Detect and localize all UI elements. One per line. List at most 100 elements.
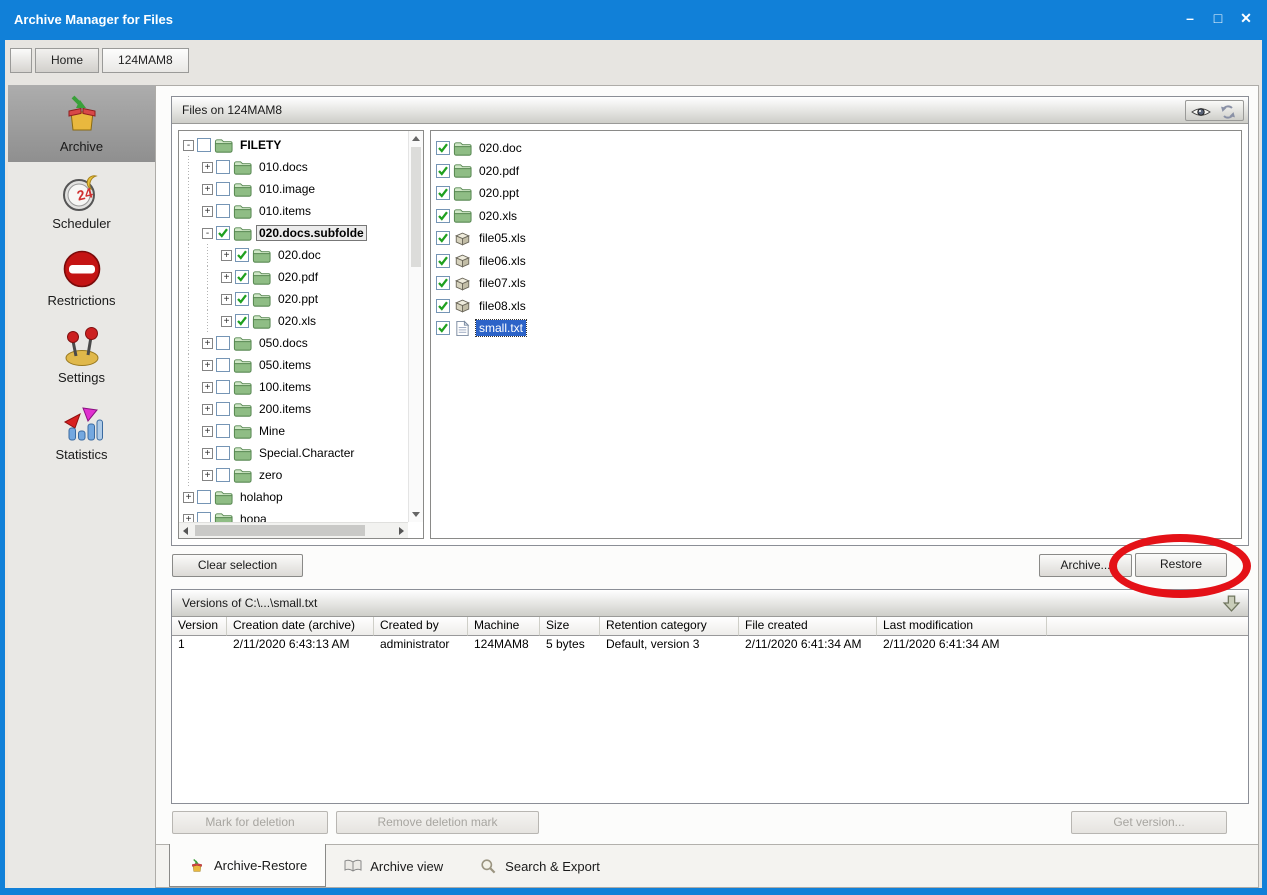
get-version-button[interactable]: Get version... (1071, 811, 1227, 834)
checkbox[interactable] (216, 160, 230, 174)
checkbox[interactable] (235, 292, 249, 306)
column-header-retention-category[interactable]: Retention category (600, 617, 739, 636)
restore-button[interactable]: Restore (1135, 553, 1227, 577)
checkbox[interactable] (436, 299, 450, 313)
table-row[interactable]: 12/11/2020 6:43:13 AMadministrator124MAM… (172, 636, 1248, 655)
column-header-machine[interactable]: Machine (468, 617, 540, 636)
column-header-creation-date-archive[interactable]: Creation date (archive) (227, 617, 374, 636)
sidebar-item-restrictions[interactable]: Restrictions (8, 239, 155, 316)
sidebar-item-archive[interactable]: Archive (8, 85, 155, 162)
tab-search-export[interactable]: Search & Export (461, 845, 618, 887)
scroll-right-icon[interactable] (399, 527, 404, 535)
column-header-version[interactable]: Version (172, 617, 227, 636)
file-list-item-file05-xls[interactable]: file05.xls (431, 227, 1241, 250)
tree-item-020-docs-subfolde[interactable]: -020.docs.subfolde (179, 222, 408, 244)
tree-item-010-items[interactable]: +010.items (179, 200, 408, 222)
tree-item-020-xls[interactable]: +020.xls (179, 310, 408, 332)
expand-icon[interactable]: + (202, 382, 213, 393)
expand-icon[interactable]: + (183, 514, 194, 523)
expand-icon[interactable]: + (202, 206, 213, 217)
checkbox[interactable] (216, 446, 230, 460)
expand-icon[interactable]: + (202, 360, 213, 371)
file-list-item-020-doc[interactable]: 020.doc (431, 137, 1241, 160)
tree-item-020-ppt[interactable]: +020.ppt (179, 288, 408, 310)
expand-icon[interactable]: + (202, 338, 213, 349)
expand-icon[interactable]: + (202, 162, 213, 173)
file-list-item-small-txt[interactable]: small.txt (431, 317, 1241, 340)
close-button[interactable]: ✕ (1239, 10, 1253, 27)
expand-icon[interactable]: + (221, 294, 232, 305)
tree-item-200-items[interactable]: +200.items (179, 398, 408, 420)
expand-icon[interactable]: + (221, 250, 232, 261)
checkbox[interactable] (216, 204, 230, 218)
tree-item-010-docs[interactable]: +010.docs (179, 156, 408, 178)
file-list-item-020-pdf[interactable]: 020.pdf (431, 160, 1241, 183)
minimize-button[interactable]: – (1183, 10, 1197, 27)
column-header-last-modification[interactable]: Last modification (877, 617, 1047, 636)
tab-archive-restore[interactable]: Archive-Restore (169, 844, 326, 887)
tree-vertical-scrollbar[interactable] (408, 131, 423, 522)
checkbox[interactable] (436, 276, 450, 290)
collapse-icon[interactable]: - (183, 140, 194, 151)
tree-item-020-doc[interactable]: +020.doc (179, 244, 408, 266)
sidebar-item-scheduler[interactable]: 24Scheduler (8, 162, 155, 239)
tab-archive-view[interactable]: Archive view (326, 845, 461, 887)
checkbox[interactable] (216, 182, 230, 196)
scroll-down-icon[interactable] (412, 512, 420, 517)
checkbox[interactable] (235, 314, 249, 328)
checkbox[interactable] (436, 164, 450, 178)
tree-item-010-image[interactable]: +010.image (179, 178, 408, 200)
column-header-created-by[interactable]: Created by (374, 617, 468, 636)
scroll-thumb-horizontal[interactable] (195, 525, 365, 536)
checkbox[interactable] (235, 270, 249, 284)
down-arrow-icon[interactable] (1222, 594, 1241, 613)
checkbox[interactable] (216, 402, 230, 416)
checkbox[interactable] (436, 321, 450, 335)
checkbox[interactable] (436, 141, 450, 155)
checkbox[interactable] (197, 138, 211, 152)
expand-icon[interactable]: + (202, 470, 213, 481)
checkbox[interactable] (216, 226, 230, 240)
tree-item-zero[interactable]: +zero (179, 464, 408, 486)
scroll-thumb[interactable] (411, 147, 421, 267)
expand-icon[interactable]: + (183, 492, 194, 503)
checkbox[interactable] (216, 336, 230, 350)
file-list-item-file06-xls[interactable]: file06.xls (431, 250, 1241, 273)
file-list-item-file07-xls[interactable]: file07.xls (431, 272, 1241, 295)
tree-item-mine[interactable]: +Mine (179, 420, 408, 442)
tree-item-050-docs[interactable]: +050.docs (179, 332, 408, 354)
tab-124mam8[interactable]: 124MAM8 (102, 48, 189, 73)
checkbox[interactable] (216, 424, 230, 438)
mark-for-deletion-button[interactable]: Mark for deletion (172, 811, 328, 834)
tab-home[interactable]: Home (35, 48, 99, 73)
tree-item-020-pdf[interactable]: +020.pdf (179, 266, 408, 288)
tree-item-holahop[interactable]: +holahop (179, 486, 408, 508)
scroll-up-icon[interactable] (412, 136, 420, 141)
checkbox[interactable] (216, 358, 230, 372)
checkbox[interactable] (436, 186, 450, 200)
expand-icon[interactable]: + (202, 448, 213, 459)
checkbox[interactable] (197, 512, 211, 522)
collapse-icon[interactable]: - (202, 228, 213, 239)
checkbox[interactable] (216, 468, 230, 482)
tree-item-100-items[interactable]: +100.items (179, 376, 408, 398)
expand-icon[interactable]: + (202, 184, 213, 195)
column-header-size[interactable]: Size (540, 617, 600, 636)
checkbox[interactable] (235, 248, 249, 262)
tree-item-050-items[interactable]: +050.items (179, 354, 408, 376)
tree-item-special-character[interactable]: +Special.Character (179, 442, 408, 464)
expand-icon[interactable]: + (221, 272, 232, 283)
sidebar-item-statistics[interactable]: Statistics (8, 393, 155, 470)
checkbox[interactable] (436, 254, 450, 268)
file-list-item-020-ppt[interactable]: 020.ppt (431, 182, 1241, 205)
maximize-button[interactable]: □ (1211, 10, 1225, 27)
tree-horizontal-scrollbar[interactable] (179, 522, 408, 538)
file-list-item-file08-xls[interactable]: file08.xls (431, 295, 1241, 318)
archive-button[interactable]: Archive... (1039, 554, 1132, 577)
checkbox[interactable] (436, 209, 450, 223)
checkbox[interactable] (436, 231, 450, 245)
file-list-item-020-xls[interactable]: 020.xls (431, 205, 1241, 228)
remove-deletion-mark-button[interactable]: Remove deletion mark (336, 811, 539, 834)
column-header-file-created[interactable]: File created (739, 617, 877, 636)
scroll-left-icon[interactable] (183, 527, 188, 535)
